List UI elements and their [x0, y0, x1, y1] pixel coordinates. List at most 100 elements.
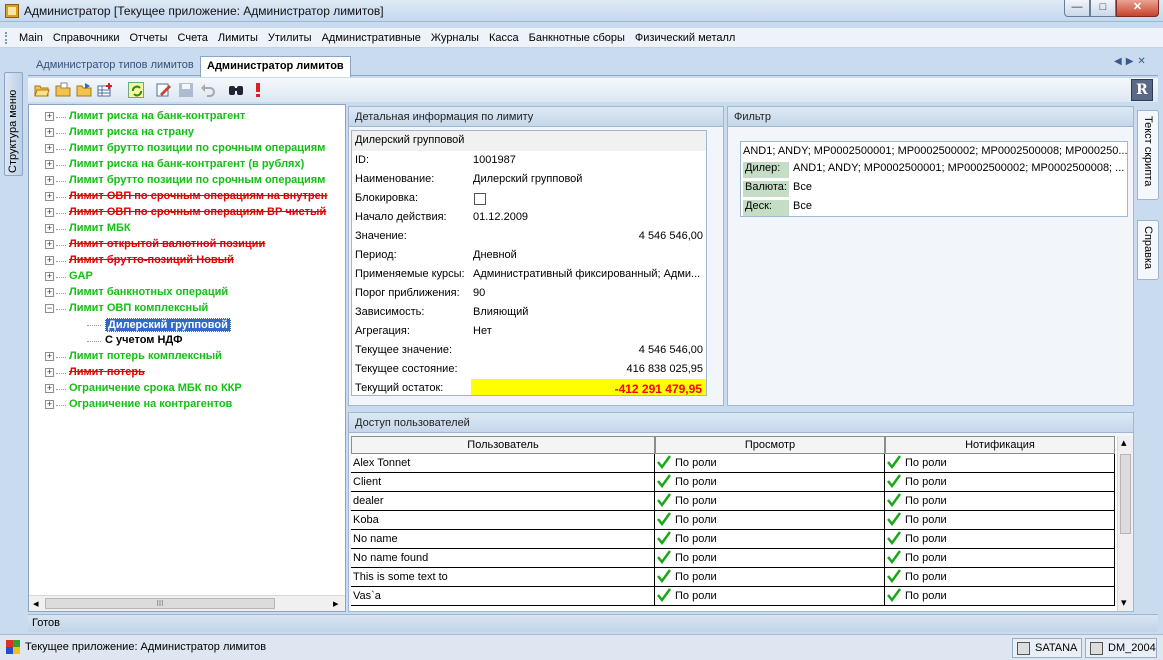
menu-item-10[interactable]: Физический металл [630, 31, 740, 45]
tree-connector [56, 245, 66, 246]
column-header-notify[interactable]: Нотификация [885, 436, 1115, 454]
script-text-tab[interactable]: Текст скрипта [1137, 110, 1159, 200]
detail-value: Влияющий [473, 306, 529, 318]
column-header-user[interactable]: Пользователь [351, 436, 655, 454]
cell-view: По роли [655, 549, 885, 568]
undo-icon[interactable] [200, 82, 216, 98]
r-logo-button[interactable]: R [1131, 79, 1153, 101]
table-row[interactable]: No name found По роли По роли [351, 549, 1115, 568]
menu-item-2[interactable]: Отчеты [124, 31, 172, 45]
detail-label: ID: [355, 154, 370, 166]
table-row[interactable]: Alex Tonnet По роли По роли [351, 454, 1115, 473]
open-folder-icon[interactable] [34, 82, 50, 98]
tree-item-label: Лимит МБК [69, 222, 131, 234]
cell-text: По роли [675, 571, 717, 583]
tab-limit-types-admin[interactable]: Администратор типов лимитов [30, 56, 200, 76]
expand-icon[interactable]: + [45, 352, 54, 361]
filter-value: Все [793, 181, 812, 193]
checkmark-icon [887, 569, 902, 584]
expand-icon[interactable]: + [45, 272, 54, 281]
tree-item-label: Лимит риска на банк-контрагент (в рублях… [69, 158, 305, 170]
find-icon[interactable] [228, 82, 244, 98]
table-row[interactable]: This is some text to По роли По роли [351, 568, 1115, 587]
folder-icon[interactable] [55, 82, 71, 98]
menu-item-9[interactable]: Банкнотные сборы [524, 31, 630, 45]
minimize-button[interactable]: — [1064, 0, 1090, 17]
refresh-icon[interactable] [128, 82, 144, 98]
menu-item-6[interactable]: Административные [317, 31, 426, 45]
edit-icon[interactable] [156, 82, 172, 98]
blocked-checkbox[interactable] [474, 193, 486, 205]
access-vertical-scrollbar[interactable]: ▴ ▾ [1117, 436, 1133, 611]
cell-text: Koba [353, 514, 379, 526]
menu-item-8[interactable]: Касса [484, 31, 524, 45]
filter-summary: AND1; ANDY; MP0002500001; MP0002500002; … [743, 145, 1128, 157]
cell-text: По роли [675, 457, 717, 469]
scroll-left-arrow[interactable]: ◂ [33, 597, 39, 610]
menu-item-0[interactable]: Main [14, 31, 48, 45]
tab-close-button[interactable]: ✕ [1137, 56, 1149, 67]
table-row[interactable]: dealer По роли По роли [351, 492, 1115, 511]
close-window-button[interactable]: ✕ [1116, 0, 1159, 17]
table-row[interactable]: Koba По роли По роли [351, 511, 1115, 530]
expand-icon[interactable]: + [45, 160, 54, 169]
menu-item-5[interactable]: Утилиты [263, 31, 317, 45]
expand-icon[interactable]: + [45, 400, 54, 409]
expand-icon[interactable]: + [45, 176, 54, 185]
expand-icon[interactable]: + [45, 240, 54, 249]
scroll-thumb[interactable]: III [45, 598, 275, 609]
menu-item-1[interactable]: Справочники [48, 31, 125, 45]
expand-icon[interactable]: + [45, 144, 54, 153]
tree-item-label: Лимит банкнотных операций [69, 286, 229, 298]
table-row[interactable]: Client По роли По роли [351, 473, 1115, 492]
detail-label: Текущее значение: [355, 344, 453, 356]
scroll-up-arrow[interactable]: ▴ [1121, 436, 1127, 449]
detail-row: Значение: 4 546 546,00 [352, 227, 706, 246]
tab-prev-button[interactable]: ◀ [1114, 56, 1126, 67]
cell-view: По роли [655, 492, 885, 511]
expand-icon[interactable]: + [45, 224, 54, 233]
alert-icon[interactable] [250, 82, 266, 98]
menu-item-7[interactable]: Журналы [426, 31, 484, 45]
column-header-view[interactable]: Просмотр [655, 436, 885, 454]
tree-connector [56, 197, 66, 198]
cell-view: По роли [655, 568, 885, 587]
table-row[interactable]: No name По роли По роли [351, 530, 1115, 549]
tab-next-button[interactable]: ▶ [1126, 56, 1138, 67]
save-icon[interactable] [178, 82, 194, 98]
database-status-panel: DM_2004 [1085, 638, 1157, 658]
grid-add-icon[interactable] [97, 82, 113, 98]
tree-connector [56, 405, 66, 406]
expand-icon[interactable]: + [45, 208, 54, 217]
maximize-button[interactable]: □ [1090, 0, 1116, 17]
server-status-panel: SATANA [1012, 638, 1082, 658]
collapse-icon[interactable]: − [45, 304, 54, 313]
detail-label: Значение: [355, 230, 407, 242]
scroll-thumb[interactable] [1120, 454, 1131, 534]
expand-icon[interactable]: + [45, 128, 54, 137]
detail-label: Текущее состояние: [355, 363, 458, 375]
expand-icon[interactable]: + [45, 368, 54, 377]
tab-limits-admin[interactable]: Администратор лимитов [200, 56, 351, 77]
table-row[interactable]: Vas`a По роли По роли [351, 587, 1115, 606]
menu-item-3[interactable]: Счета [173, 31, 213, 45]
tree-horizontal-scrollbar[interactable]: ◂ III ▸ [29, 595, 345, 611]
detail-panel-header: Детальная информация по лимиту [349, 107, 723, 127]
expand-icon[interactable]: + [45, 256, 54, 265]
cell-text: No name [353, 533, 398, 545]
tree-item-label: Лимит ОВП по срочным операциям на внутре… [69, 190, 328, 202]
scroll-right-arrow[interactable]: ▸ [333, 597, 339, 610]
expand-icon[interactable]: + [45, 288, 54, 297]
menu-structure-strip[interactable]: Структура меню [4, 72, 23, 176]
scroll-down-arrow[interactable]: ▾ [1121, 596, 1127, 609]
menu-item-4[interactable]: Лимиты [213, 31, 263, 45]
folder-arrow-icon[interactable] [76, 82, 92, 98]
cell-text: По роли [905, 571, 947, 583]
checkmark-icon [887, 493, 902, 508]
help-tab[interactable]: Справка [1137, 220, 1159, 280]
expand-icon[interactable]: + [45, 112, 54, 121]
filter-label: Деск: [743, 200, 789, 216]
expand-icon[interactable]: + [45, 384, 54, 393]
checkmark-icon [657, 569, 672, 584]
expand-icon[interactable]: + [45, 192, 54, 201]
